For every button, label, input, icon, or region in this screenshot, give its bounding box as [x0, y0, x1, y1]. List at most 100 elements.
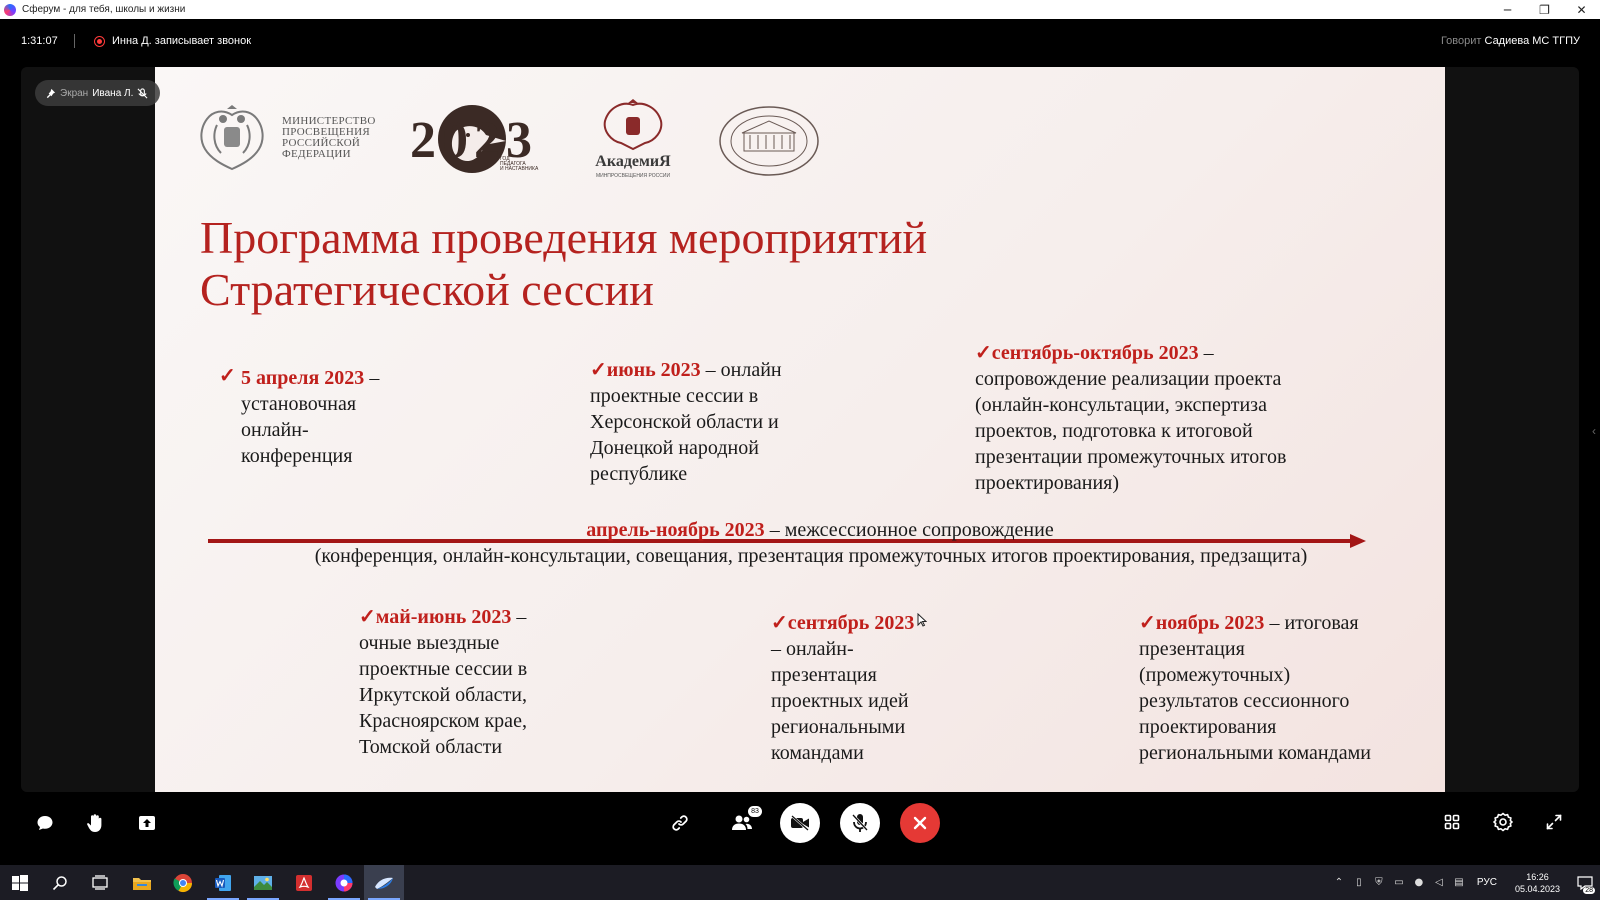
screen-badge-label: Экран — [60, 87, 89, 99]
year-2023-logo-caption: ГОД ПЕДАГОГА И НАСТАВНИКА — [500, 156, 539, 172]
clock-date: 05.04.2023 — [1514, 883, 1560, 894]
side-panel-chevron-icon[interactable]: ‹ — [1592, 424, 1596, 438]
academy-eagle-icon — [603, 99, 663, 151]
taskbar-active-app[interactable] — [364, 865, 404, 900]
notifications-count: 28 — [1583, 887, 1595, 894]
check-icon: ✓ — [359, 606, 376, 628]
share-screen-button[interactable] — [137, 813, 157, 833]
check-icon: ✓ — [219, 365, 236, 387]
camera-off-icon — [791, 815, 809, 831]
system-tray: ⌃ ▯ ⛨ ▭ ● ◁ ▤ РУС 16:26 05.04.2023 28 — [1329, 865, 1600, 900]
windows-taskbar: ⌃ ▯ ⛨ ▭ ● ◁ ▤ РУС 16:26 05.04.2023 28 — [0, 865, 1600, 900]
timeline-date: апрель-ноябрь 2023 — [586, 519, 765, 541]
participants-button[interactable]: 83 — [730, 806, 762, 833]
window-controls: ─ ❐ ✕ — [1489, 0, 1600, 19]
taskbar-chrome[interactable] — [163, 865, 203, 900]
timeline-caption: апрель-ноябрь 2023 – межсессионное сопро… — [155, 517, 1445, 569]
recording-icon — [94, 36, 105, 47]
hand-icon — [87, 814, 102, 832]
sferum-icon — [335, 874, 353, 891]
academy-logo-subtitle: МИНПРОСВЕЩЕНИЯ РОССИИ — [595, 173, 671, 179]
screen-badge-name: Ивана Л. — [92, 87, 134, 99]
copy-link-button[interactable] — [670, 813, 690, 833]
timeline-subtext: (конференция, онлайн-консультации, совещ… — [314, 545, 1308, 567]
recording-status: Инна Д. записывает звонок — [112, 35, 252, 47]
screen-share-badge[interactable]: Экран Ивана Л. — [35, 80, 161, 106]
header-divider — [74, 34, 75, 48]
check-icon: ✓ — [975, 342, 992, 364]
taskbar-sferum[interactable] — [324, 865, 364, 900]
chat-button[interactable] — [35, 813, 55, 833]
academy-logo: АкадемиЯ МИНПРОСВЕЩЕНИЯ РОССИИ — [595, 99, 671, 181]
event-date: сентябрь-октябрь 2023 — [991, 342, 1199, 364]
network-icon[interactable]: ▤ — [1449, 877, 1469, 888]
close-window-button[interactable]: ✕ — [1563, 0, 1600, 19]
pin-icon — [46, 88, 56, 98]
raise-hand-button[interactable] — [85, 813, 105, 833]
taskbar-clock[interactable]: 16:26 05.04.2023 — [1515, 871, 1560, 895]
grid-layout-button[interactable] — [1443, 813, 1461, 831]
event-date: 5 апреля 2023 — [241, 367, 365, 389]
speaker-name: Садиева МС ТГПУ — [1484, 35, 1581, 47]
close-icon — [913, 816, 927, 830]
event-date: ноябрь 2023 — [1155, 612, 1265, 634]
check-icon: ✓ — [590, 359, 607, 381]
folder-icon — [133, 877, 151, 890]
university-seal-logo — [719, 106, 819, 176]
active-speaker: Говорит Садиева МС ТГПУ — [1441, 35, 1580, 47]
event-block-june: ✓июнь 2023 – онлайн проектные сессии в Х… — [590, 359, 782, 485]
gear-icon — [1493, 812, 1513, 832]
timeline-text: – межсессионное сопровождение — [769, 519, 1054, 541]
slide-title: Программа проведения мероприятий Стратег… — [200, 212, 928, 315]
minimize-button[interactable]: ─ — [1489, 0, 1526, 19]
sferum-app-icon — [4, 3, 16, 16]
volume-icon[interactable]: ◁ — [1429, 877, 1449, 888]
taskbar-photo-viewer[interactable] — [243, 865, 283, 900]
word-icon — [215, 874, 231, 891]
task-view-button[interactable] — [88, 865, 112, 900]
event-block-september: ✓сентябрь 2023 – онлайн- презентация про… — [771, 612, 915, 764]
fullscreen-icon — [1546, 814, 1562, 830]
event-block-november: ✓ноябрь 2023 – итоговая презентация (про… — [1139, 612, 1371, 764]
event-block-april: ✓ 5 апреля 2023 – установочная онлайн- к… — [219, 365, 380, 467]
end-call-button[interactable] — [900, 803, 940, 843]
clock-time: 16:26 — [1526, 871, 1549, 882]
taskbar-explorer[interactable] — [122, 865, 162, 900]
input-language[interactable]: РУС — [1477, 877, 1497, 888]
call-header: 1:31:07 Инна Д. записывает звонок Говори… — [0, 19, 1600, 65]
tray-expand-icon[interactable]: ⌃ — [1329, 877, 1349, 888]
call-duration: 1:31:07 — [21, 35, 58, 47]
taskbar-acrobat[interactable] — [284, 865, 324, 900]
mic-toggle-button[interactable] — [840, 803, 880, 843]
search-icon — [52, 875, 67, 890]
fullscreen-button[interactable] — [1545, 813, 1563, 831]
participants-icon — [732, 815, 752, 830]
shared-slide: МИНИСТЕРСТВО ПРОСВЕЩЕНИЯ РОССИЙСКОЙ ФЕДЕ… — [155, 67, 1445, 792]
year-2023-logo: 2023 ГОД ПЕДАГОГА И НАСТАВНИКА — [410, 101, 550, 179]
start-button[interactable] — [8, 865, 32, 900]
notifications-button[interactable]: 28 — [1570, 865, 1600, 900]
image-icon — [254, 875, 272, 890]
ministry-emblem-logo — [200, 105, 264, 171]
settings-button[interactable] — [1493, 812, 1513, 832]
mic-off-icon — [852, 814, 868, 832]
pdf-icon — [296, 874, 312, 891]
check-icon: ✓ — [771, 612, 788, 634]
event-date: июнь 2023 — [606, 359, 701, 381]
usb-icon[interactable]: ▯ — [1349, 877, 1369, 888]
display-icon[interactable]: ▭ — [1389, 877, 1409, 888]
taskbar-search-button[interactable] — [48, 865, 72, 900]
microphone-icon[interactable]: ● — [1409, 877, 1429, 888]
app-icon — [375, 877, 393, 889]
taskbar-word[interactable] — [203, 865, 243, 900]
camera-toggle-button[interactable] — [780, 803, 820, 843]
window-titlebar: Сферум - для тебя, школы и жизни ─ ❐ ✕ — [0, 0, 1600, 19]
restore-button[interactable]: ❐ — [1526, 0, 1563, 19]
call-controls: 83 — [0, 793, 1600, 865]
speaking-label: Говорит — [1440, 35, 1482, 47]
security-icon[interactable]: ⛨ — [1369, 877, 1389, 888]
event-date: сентябрь 2023 — [787, 612, 915, 634]
event-date: май-июнь 2023 — [375, 606, 512, 628]
check-icon: ✓ — [1139, 612, 1156, 634]
link-icon — [672, 815, 688, 831]
